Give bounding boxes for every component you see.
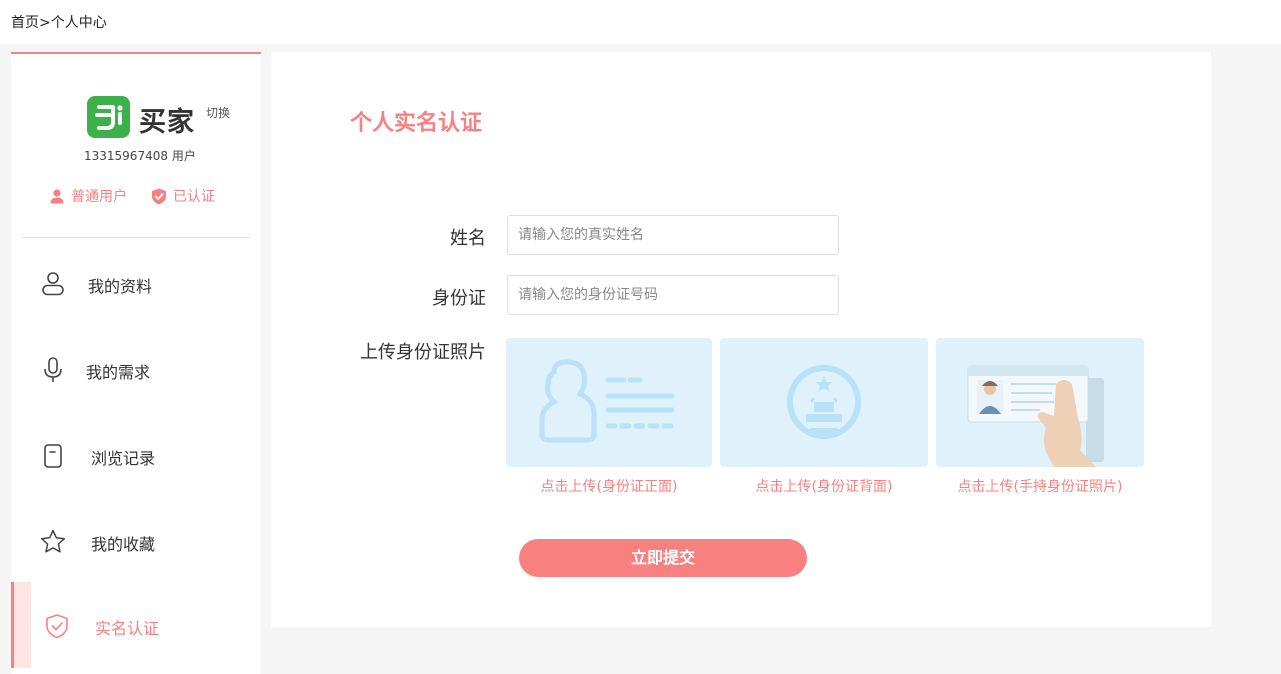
sidebar-item-my-needs[interactable]: 我的需求 xyxy=(11,326,261,412)
breadcrumb-home-link[interactable]: 首页 xyxy=(11,15,39,31)
person-icon xyxy=(50,189,64,204)
user-role: 用户 xyxy=(171,149,196,163)
switch-role-link[interactable]: 切换 xyxy=(206,104,230,121)
id-back-placeholder-image xyxy=(720,338,928,467)
upload-handheld-id[interactable]: 点击上传(手持身份证照片) xyxy=(936,338,1144,495)
shield-check-icon xyxy=(152,188,166,205)
handheld-id-placeholder-image xyxy=(936,338,1144,467)
real-name-input[interactable] xyxy=(507,215,839,255)
national-emblem-icon xyxy=(787,365,861,439)
id-number-label: 身份证 xyxy=(432,288,486,309)
brand-name: 买家 xyxy=(139,107,195,138)
upload-photo-label: 上传身份证照片 xyxy=(360,342,486,363)
upload-caption: 点击上传(身份证背面) xyxy=(755,479,893,495)
sidebar-item-my-favorites[interactable]: 我的收藏 xyxy=(11,498,261,584)
top-bar: 首页>个人中心 xyxy=(0,0,1281,44)
sidebar-item-label: 我的需求 xyxy=(86,363,151,382)
sidebar-item-real-name-auth[interactable]: 实名认证 xyxy=(11,582,261,668)
sidebar: 买家 切换 13315967408 用户 普通用户 已认证 我的资料 我的需求 … xyxy=(11,52,261,674)
sidebar-item-label: 我的资料 xyxy=(88,277,153,296)
upload-caption: 点击上传(手持身份证照片) xyxy=(957,479,1123,495)
verified-label: 已认证 xyxy=(173,189,215,205)
name-label: 姓名 xyxy=(450,228,486,249)
microphone-icon xyxy=(44,357,62,382)
user-phone-line: 13315967408 用户 xyxy=(84,147,196,164)
brand-logo-icon xyxy=(87,96,130,138)
main-panel: 个人实名认证 姓名 身份证 上传身份证照片 点击上传(身份证正面) xyxy=(271,52,1211,627)
sidebar-item-my-profile[interactable]: 我的资料 xyxy=(11,240,261,326)
submit-button[interactable]: 立即提交 xyxy=(519,539,807,577)
shield-check-icon xyxy=(46,614,68,639)
sidebar-item-label: 浏览记录 xyxy=(91,449,156,468)
breadcrumb-current: 个人中心 xyxy=(50,15,107,31)
id-number-input[interactable] xyxy=(507,275,839,315)
sidebar-item-label: 实名认证 xyxy=(95,619,160,638)
upload-id-front[interactable]: 点击上传(身份证正面) xyxy=(506,338,712,495)
page-title: 个人实名认证 xyxy=(350,111,483,136)
sidebar-divider xyxy=(21,237,251,238)
normal-user-label: 普通用户 xyxy=(71,189,127,205)
id-front-placeholder-image xyxy=(506,338,712,467)
sidebar-item-label: 我的收藏 xyxy=(91,535,156,554)
breadcrumb-separator: > xyxy=(39,15,51,31)
id-front-illustration-icon xyxy=(539,359,675,443)
upload-caption: 点击上传(身份证正面) xyxy=(540,479,678,495)
upload-id-back[interactable]: 点击上传(身份证背面) xyxy=(720,338,928,495)
handheld-id-card-icon xyxy=(967,365,1104,467)
breadcrumb: 首页>个人中心 xyxy=(11,12,107,32)
user-outline-icon xyxy=(42,272,64,296)
document-icon xyxy=(44,444,62,468)
star-icon xyxy=(40,529,66,553)
user-phone: 13315967408 xyxy=(84,149,168,163)
sidebar-item-browse-history[interactable]: 浏览记录 xyxy=(11,412,261,498)
